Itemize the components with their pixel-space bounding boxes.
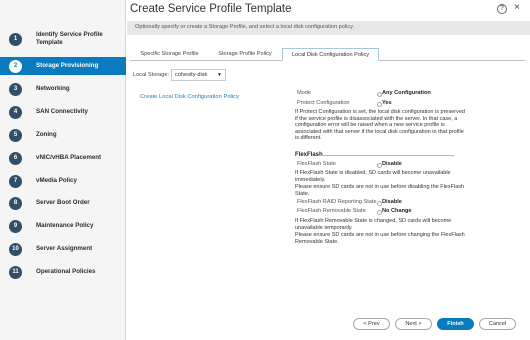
removable-note-1: If FlexFlash Removable State is changed,… — [295, 218, 452, 231]
removable-row: FlexFlash Removable State No Change — [297, 208, 412, 215]
step-label: vNIC/vHBA Placement — [36, 154, 102, 161]
prev-button[interactable]: < Prev — [353, 318, 390, 330]
ff-state-row: FlexFlash State Disable — [297, 161, 402, 168]
chevron-down-icon: ▼ — [217, 72, 222, 78]
dialog-subtitle: Optionally specify or create a Storage P… — [135, 24, 355, 30]
mode-label: Mode — [297, 90, 311, 96]
step-vmedia-policy[interactable]: 7 vMedia Policy — [0, 172, 126, 190]
next-button[interactable]: Next > — [395, 318, 432, 330]
step-number: 7 — [9, 174, 22, 188]
close-icon[interactable]: × — [512, 3, 522, 14]
raid-label: FlexFlash RAID Reporting State — [297, 199, 377, 205]
step-number: 9 — [9, 219, 22, 233]
tab-specific-storage-profile[interactable]: Specific Storage Profile — [132, 48, 207, 61]
protect-label: Protect Configuration — [297, 100, 350, 106]
local-storage-label: Local Storage: — [133, 72, 170, 78]
step-number: 4 — [9, 105, 22, 119]
step-vnic-vhba-placement[interactable]: 6 vNIC/vHBA Placement — [0, 149, 126, 167]
protect-row: Protect Configuration Yes — [297, 100, 392, 107]
step-label: SAN Connectivity — [36, 108, 88, 115]
step-identify-template[interactable]: 1 Identify Service Profile Template — [0, 22, 126, 56]
step-number: 8 — [9, 196, 22, 210]
tab-local-disk-config-policy[interactable]: Local Disk Configuration Policy — [282, 48, 379, 61]
step-label: Maintenance Policy — [36, 222, 94, 229]
step-number: 6 — [9, 151, 22, 165]
step-number: 10 — [9, 242, 22, 256]
step-zoning[interactable]: 5 Zoning — [0, 126, 126, 144]
step-number: 2 — [9, 59, 22, 73]
raid-value: Disable — [377, 199, 402, 206]
step-number: 11 — [9, 265, 22, 279]
ff-note-1: If FlexFlash State is disabled, SD cards… — [295, 170, 451, 183]
mode-row: Mode Any Configuration — [297, 90, 431, 97]
dialog-title: Create Service Profile Template — [130, 3, 292, 15]
storage-tabs: Specific Storage Profile Storage Profile… — [130, 48, 525, 61]
subtitle-bar: Optionally specify or create a Storage P… — [127, 21, 530, 35]
ff-state-value: Disable — [377, 161, 402, 168]
step-label: Identify Service Profile Template — [36, 31, 103, 46]
step-label: Server Boot Order — [36, 199, 90, 206]
raid-row: FlexFlash RAID Reporting State Disable — [297, 199, 402, 206]
ff-note-2: Please ensure SD cards are not in use be… — [295, 184, 465, 197]
protect-value: Yes — [377, 100, 392, 107]
removable-value: No Change — [377, 208, 412, 215]
step-label: Networking — [36, 85, 70, 92]
cancel-button[interactable]: Cancel — [479, 318, 516, 330]
step-label: vMedia Policy — [36, 177, 77, 184]
step-number: 1 — [9, 32, 22, 46]
step-san-connectivity[interactable]: 4 SAN Connectivity — [0, 103, 126, 121]
step-number: 3 — [9, 82, 22, 96]
mode-value: Any Configuration — [377, 90, 431, 97]
local-storage-value: cohesity-disk — [175, 72, 208, 78]
step-label: Storage Provisioning — [36, 62, 99, 69]
step-server-boot-order[interactable]: 8 Server Boot Order — [0, 194, 126, 212]
step-server-assignment[interactable]: 10 Server Assignment — [0, 240, 126, 258]
step-label: Operational Policies — [36, 268, 96, 275]
step-networking[interactable]: 3 Networking — [0, 80, 126, 98]
ff-state-label: FlexFlash State — [297, 161, 336, 167]
wizard-steps-sidebar: 1 Identify Service Profile Template 2 St… — [0, 0, 126, 340]
wizard-main-panel: Create Service Profile Template ? × Opti… — [127, 0, 530, 340]
step-storage-provisioning[interactable]: 2 Storage Provisioning — [0, 57, 126, 75]
step-number: 5 — [9, 128, 22, 142]
step-label: Server Assignment — [36, 245, 93, 252]
create-local-disk-policy-link[interactable]: Create Local Disk Configuration Policy — [140, 94, 239, 100]
dialog-header-icons: ? × — [497, 3, 522, 14]
removable-label: FlexFlash Removable State — [297, 208, 366, 214]
local-storage-select[interactable]: cohesity-disk ▼ — [171, 69, 226, 81]
tab-storage-profile-policy[interactable]: Storage Profile Policy — [209, 48, 281, 61]
section-divider — [319, 155, 454, 156]
help-icon[interactable]: ? — [497, 4, 507, 14]
step-operational-policies[interactable]: 11 Operational Policies — [0, 263, 126, 281]
step-maintenance-policy[interactable]: 9 Maintenance Policy — [0, 217, 126, 235]
flexflash-heading: FlexFlash — [295, 152, 454, 158]
step-label: Zoning — [36, 131, 57, 138]
finish-button[interactable]: Finish — [437, 318, 474, 330]
removable-note-2: Please ensure SD cards are not in use be… — [295, 232, 465, 245]
protect-note: If Protect Configuration is set, the loc… — [295, 109, 465, 142]
